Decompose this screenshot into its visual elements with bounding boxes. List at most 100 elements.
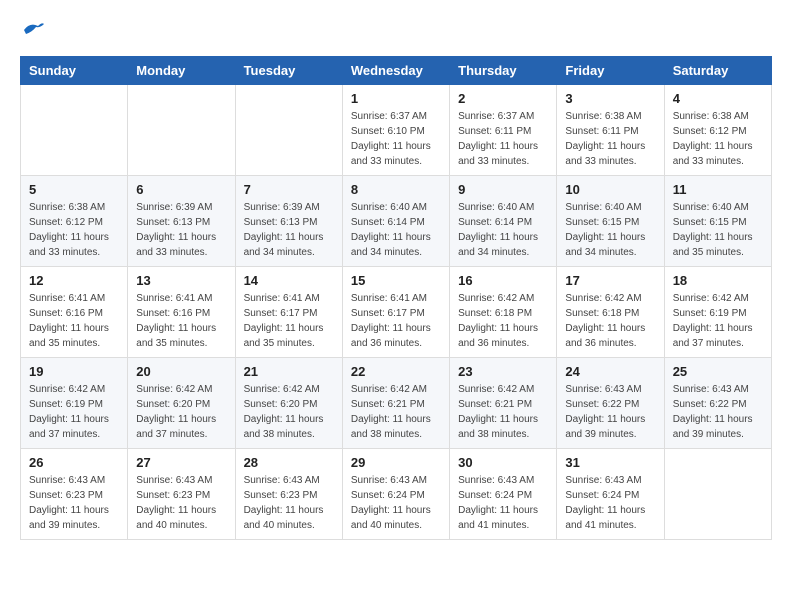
calendar-cell: 25 Sunrise: 6:43 AM Sunset: 6:22 PM Dayli…: [664, 358, 771, 449]
day-info: Sunrise: 6:42 AM Sunset: 6:18 PM Dayligh…: [565, 291, 655, 351]
day-header-sunday: Sunday: [21, 57, 128, 85]
day-info: Sunrise: 6:38 AM Sunset: 6:11 PM Dayligh…: [565, 109, 655, 169]
calendar-cell: 24Sunrise: 6:43 AM Sunset: 6:22 PM Dayli…: [557, 358, 664, 449]
day-info: Sunrise: 6:40 AM Sunset: 6:15 PM Dayligh…: [565, 200, 655, 260]
page-header: [20, 20, 772, 40]
day-info: Sunrise: 6:38 AM Sunset: 6:12 PM Dayligh…: [29, 200, 119, 260]
calendar-cell: [664, 449, 771, 540]
day-number: 22: [351, 364, 441, 379]
day-number: 29: [351, 455, 441, 470]
day-info: Sunrise: 6:42 AM Sunset: 6:18 PM Dayligh…: [458, 291, 548, 351]
day-number: 2: [458, 91, 548, 106]
day-header-wednesday: Wednesday: [342, 57, 449, 85]
day-number: 20: [136, 364, 226, 379]
day-number: 4: [673, 91, 763, 106]
day-info: Sunrise: 6:41 AM Sunset: 6:16 PM Dayligh…: [136, 291, 226, 351]
calendar-cell: 31 Sunrise: 6:43 AM Sunset: 6:24 PM Dayli…: [557, 449, 664, 540]
day-info: Sunrise: 6:40 AM Sunset: 6:14 PM Dayligh…: [351, 200, 441, 260]
calendar-cell: 30 Sunrise: 6:43 AM Sunset: 6:24 PM Dayli…: [450, 449, 557, 540]
day-info: Sunrise: 6:42 AM Sunset: 6:19 PM Dayligh…: [673, 291, 763, 351]
day-number: 8: [351, 182, 441, 197]
day-number: 5: [29, 182, 119, 197]
calendar-cell: 1 Sunrise: 6:37 AM Sunset: 6:10 PM Daylig…: [342, 85, 449, 176]
day-header-tuesday: Tuesday: [235, 57, 342, 85]
calendar-cell: 6 Sunrise: 6:39 AM Sunset: 6:13 PM Daylig…: [128, 176, 235, 267]
calendar-cell: 28Sunrise: 6:43 AM Sunset: 6:23 PM Dayli…: [235, 449, 342, 540]
day-info: Sunrise: 6:37 AM Sunset: 6:10 PM Dayligh…: [351, 109, 441, 169]
calendar-week-3: 12Sunrise: 6:41 AM Sunset: 6:16 PM Dayli…: [21, 267, 772, 358]
day-info: Sunrise: 6:42 AM Sunset: 6:20 PM Dayligh…: [244, 382, 334, 442]
calendar-cell: 18 Sunrise: 6:42 AM Sunset: 6:19 PM Dayli…: [664, 267, 771, 358]
calendar-cell: 8 Sunrise: 6:40 AM Sunset: 6:14 PM Daylig…: [342, 176, 449, 267]
calendar-cell: 3 Sunrise: 6:38 AM Sunset: 6:11 PM Daylig…: [557, 85, 664, 176]
day-number: 21: [244, 364, 334, 379]
day-number: 14: [244, 273, 334, 288]
day-number: 18: [673, 273, 763, 288]
day-info: Sunrise: 6:43 AM Sunset: 6:22 PM Dayligh…: [673, 382, 763, 442]
calendar-cell: 11 Sunrise: 6:40 AM Sunset: 6:15 PM Dayli…: [664, 176, 771, 267]
day-number: 30: [458, 455, 548, 470]
calendar-cell: 9Sunrise: 6:40 AM Sunset: 6:14 PM Daylig…: [450, 176, 557, 267]
day-info: Sunrise: 6:42 AM Sunset: 6:20 PM Dayligh…: [136, 382, 226, 442]
calendar-cell: 17 Sunrise: 6:42 AM Sunset: 6:18 PM Dayli…: [557, 267, 664, 358]
day-info: Sunrise: 6:43 AM Sunset: 6:22 PM Dayligh…: [565, 382, 655, 442]
day-header-friday: Friday: [557, 57, 664, 85]
day-info: Sunrise: 6:37 AM Sunset: 6:11 PM Dayligh…: [458, 109, 548, 169]
day-number: 10: [565, 182, 655, 197]
day-info: Sunrise: 6:43 AM Sunset: 6:23 PM Dayligh…: [136, 473, 226, 533]
calendar-week-5: 26 Sunrise: 6:43 AM Sunset: 6:23 PM Dayli…: [21, 449, 772, 540]
day-number: 13: [136, 273, 226, 288]
day-number: 26: [29, 455, 119, 470]
day-info: Sunrise: 6:43 AM Sunset: 6:24 PM Dayligh…: [458, 473, 548, 533]
day-info: Sunrise: 6:38 AM Sunset: 6:12 PM Dayligh…: [673, 109, 763, 169]
day-info: Sunrise: 6:42 AM Sunset: 6:21 PM Dayligh…: [351, 382, 441, 442]
calendar-cell: 29 Sunrise: 6:43 AM Sunset: 6:24 PM Dayli…: [342, 449, 449, 540]
day-header-saturday: Saturday: [664, 57, 771, 85]
calendar-cell: 14 Sunrise: 6:41 AM Sunset: 6:17 PM Dayli…: [235, 267, 342, 358]
day-number: 17: [565, 273, 655, 288]
calendar-cell: 21 Sunrise: 6:42 AM Sunset: 6:20 PM Dayli…: [235, 358, 342, 449]
day-number: 11: [673, 182, 763, 197]
day-header-thursday: Thursday: [450, 57, 557, 85]
day-info: Sunrise: 6:42 AM Sunset: 6:21 PM Dayligh…: [458, 382, 548, 442]
day-info: Sunrise: 6:41 AM Sunset: 6:16 PM Dayligh…: [29, 291, 119, 351]
day-number: 9: [458, 182, 548, 197]
day-number: 19: [29, 364, 119, 379]
calendar-cell: 23 Sunrise: 6:42 AM Sunset: 6:21 PM Dayli…: [450, 358, 557, 449]
day-info: Sunrise: 6:41 AM Sunset: 6:17 PM Dayligh…: [244, 291, 334, 351]
calendar-cell: [128, 85, 235, 176]
day-number: 15: [351, 273, 441, 288]
calendar-cell: 27Sunrise: 6:43 AM Sunset: 6:23 PM Dayli…: [128, 449, 235, 540]
day-info: Sunrise: 6:39 AM Sunset: 6:13 PM Dayligh…: [136, 200, 226, 260]
day-number: 1: [351, 91, 441, 106]
day-number: 7: [244, 182, 334, 197]
calendar-cell: 20 Sunrise: 6:42 AM Sunset: 6:20 PM Dayli…: [128, 358, 235, 449]
calendar-week-2: 5 Sunrise: 6:38 AM Sunset: 6:12 PM Daylig…: [21, 176, 772, 267]
day-info: Sunrise: 6:39 AM Sunset: 6:13 PM Dayligh…: [244, 200, 334, 260]
calendar-cell: 5 Sunrise: 6:38 AM Sunset: 6:12 PM Daylig…: [21, 176, 128, 267]
day-info: Sunrise: 6:43 AM Sunset: 6:24 PM Dayligh…: [565, 473, 655, 533]
day-info: Sunrise: 6:42 AM Sunset: 6:19 PM Dayligh…: [29, 382, 119, 442]
calendar-cell: 19 Sunrise: 6:42 AM Sunset: 6:19 PM Dayli…: [21, 358, 128, 449]
day-number: 31: [565, 455, 655, 470]
calendar-cell: [235, 85, 342, 176]
calendar-header-row: SundayMondayTuesdayWednesdayThursdayFrid…: [21, 57, 772, 85]
calendar-week-4: 19 Sunrise: 6:42 AM Sunset: 6:19 PM Dayli…: [21, 358, 772, 449]
calendar-cell: 7 Sunrise: 6:39 AM Sunset: 6:13 PM Daylig…: [235, 176, 342, 267]
day-info: Sunrise: 6:40 AM Sunset: 6:15 PM Dayligh…: [673, 200, 763, 260]
calendar-cell: 12Sunrise: 6:41 AM Sunset: 6:16 PM Dayli…: [21, 267, 128, 358]
calendar-cell: 16 Sunrise: 6:42 AM Sunset: 6:18 PM Dayli…: [450, 267, 557, 358]
calendar-cell: 10 Sunrise: 6:40 AM Sunset: 6:15 PM Dayli…: [557, 176, 664, 267]
day-number: 16: [458, 273, 548, 288]
calendar-cell: [21, 85, 128, 176]
day-number: 25: [673, 364, 763, 379]
day-number: 3: [565, 91, 655, 106]
calendar-cell: 4 Sunrise: 6:38 AM Sunset: 6:12 PM Daylig…: [664, 85, 771, 176]
logo-bird-icon: [22, 20, 46, 40]
day-number: 23: [458, 364, 548, 379]
day-info: Sunrise: 6:41 AM Sunset: 6:17 PM Dayligh…: [351, 291, 441, 351]
calendar-cell: 2 Sunrise: 6:37 AM Sunset: 6:11 PM Daylig…: [450, 85, 557, 176]
day-info: Sunrise: 6:43 AM Sunset: 6:24 PM Dayligh…: [351, 473, 441, 533]
calendar-week-1: 1 Sunrise: 6:37 AM Sunset: 6:10 PM Daylig…: [21, 85, 772, 176]
day-number: 6: [136, 182, 226, 197]
